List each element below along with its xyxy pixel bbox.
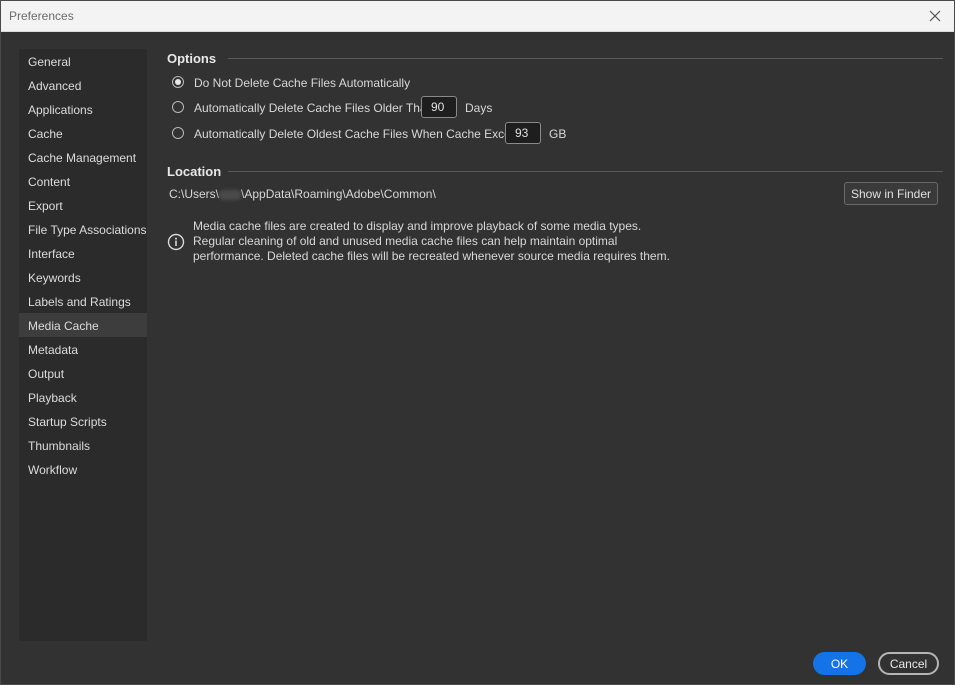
location-heading: Location bbox=[167, 164, 222, 179]
radio-delete-older-than-label: Automatically Delete Cache Files Older T… bbox=[194, 101, 434, 115]
ok-button[interactable]: OK bbox=[813, 652, 866, 675]
sidebar-item-applications[interactable]: Applications bbox=[19, 97, 147, 121]
sidebar-item-media-cache[interactable]: Media Cache bbox=[19, 313, 147, 337]
sidebar-item-output[interactable]: Output bbox=[19, 361, 147, 385]
preferences-sidebar: General Advanced Applications Cache Cach… bbox=[19, 49, 147, 641]
sidebar-item-label: Cache bbox=[28, 127, 63, 141]
path-suffix: \AppData\Roaming\Adobe\Common\ bbox=[241, 187, 436, 201]
sidebar-item-workflow[interactable]: Workflow bbox=[19, 457, 147, 481]
sidebar-item-label: Startup Scripts bbox=[28, 415, 107, 429]
sidebar-item-label: Keywords bbox=[28, 271, 81, 285]
sidebar-item-label: General bbox=[28, 55, 71, 69]
gb-unit-label: GB bbox=[549, 127, 567, 141]
sidebar-item-startup-scripts[interactable]: Startup Scripts bbox=[19, 409, 147, 433]
days-unit-label: Days bbox=[465, 101, 493, 115]
sidebar-item-labels-and-ratings[interactable]: Labels and Ratings bbox=[19, 289, 147, 313]
close-button[interactable] bbox=[924, 5, 946, 27]
sidebar-item-label: Thumbnails bbox=[28, 439, 91, 453]
sidebar-item-playback[interactable]: Playback bbox=[19, 385, 147, 409]
sidebar-item-label: Cache Management bbox=[28, 151, 137, 165]
sidebar-item-label: Output bbox=[28, 367, 65, 381]
radio-do-not-delete[interactable] bbox=[172, 76, 184, 88]
close-icon bbox=[929, 10, 941, 22]
sidebar-item-advanced[interactable]: Advanced bbox=[19, 73, 147, 97]
radio-delete-when-exceeds-label: Automatically Delete Oldest Cache Files … bbox=[194, 127, 531, 141]
days-input[interactable] bbox=[421, 96, 457, 118]
media-cache-info-text: Media cache files are created to display… bbox=[193, 219, 670, 263]
sidebar-item-cache[interactable]: Cache bbox=[19, 121, 147, 145]
sidebar-item-interface[interactable]: Interface bbox=[19, 241, 147, 265]
radio-delete-older-than[interactable] bbox=[172, 101, 184, 113]
sidebar-item-label: Metadata bbox=[28, 343, 79, 357]
preferences-window: Preferences General Advanced Application… bbox=[0, 0, 955, 685]
sidebar-item-label: Export bbox=[28, 199, 63, 213]
sidebar-item-label: Advanced bbox=[28, 79, 82, 93]
sidebar-item-label: Playback bbox=[28, 391, 77, 405]
sidebar-item-label: Applications bbox=[28, 103, 93, 117]
radio-do-not-delete-label: Do Not Delete Cache Files Automatically bbox=[194, 76, 411, 90]
cache-location-path: C:\Users\ \AppData\Roaming\Adobe\Common\ bbox=[169, 187, 436, 201]
sidebar-item-metadata[interactable]: Metadata bbox=[19, 337, 147, 361]
sidebar-item-label: File Type Associations bbox=[28, 223, 147, 237]
show-in-finder-button[interactable]: Show in Finder bbox=[844, 182, 938, 205]
path-prefix: C:\Users\ bbox=[169, 187, 220, 201]
cancel-button[interactable]: Cancel bbox=[878, 652, 939, 675]
window-title: Preferences bbox=[9, 9, 74, 23]
sidebar-item-cache-management[interactable]: Cache Management bbox=[19, 145, 147, 169]
sidebar-item-label: Workflow bbox=[28, 463, 78, 477]
radio-delete-when-exceeds[interactable] bbox=[172, 127, 184, 139]
location-divider bbox=[228, 171, 943, 172]
sidebar-item-general[interactable]: General bbox=[19, 49, 147, 73]
sidebar-item-label: Media Cache bbox=[28, 319, 99, 333]
sidebar-item-export[interactable]: Export bbox=[19, 193, 147, 217]
sidebar-item-label: Interface bbox=[28, 247, 75, 261]
options-heading: Options bbox=[167, 51, 217, 66]
sidebar-item-label: Content bbox=[28, 175, 71, 189]
sidebar-item-label: Labels and Ratings bbox=[28, 295, 131, 309]
info-icon bbox=[167, 233, 185, 251]
cache-size-input[interactable] bbox=[505, 122, 541, 144]
title-bar: Preferences bbox=[1, 1, 954, 32]
sidebar-item-keywords[interactable]: Keywords bbox=[19, 265, 147, 289]
sidebar-item-thumbnails[interactable]: Thumbnails bbox=[19, 433, 147, 457]
options-divider bbox=[228, 58, 943, 59]
redacted-username bbox=[219, 189, 242, 200]
sidebar-item-content[interactable]: Content bbox=[19, 169, 147, 193]
sidebar-item-file-type-associations[interactable]: File Type Associations bbox=[19, 217, 147, 241]
